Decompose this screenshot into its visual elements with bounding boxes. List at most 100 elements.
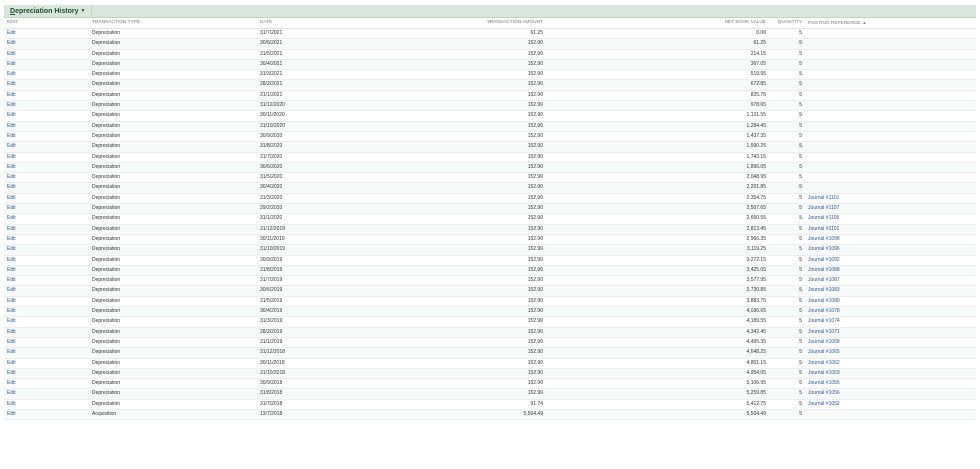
table-row: Edit Depreciation 31/8/2019 152.90 3,425.05 5… bbox=[4, 265, 976, 277]
edit-link[interactable]: Edit bbox=[7, 235, 16, 244]
date-cell: 30/11/2019 bbox=[260, 235, 285, 242]
edit-link[interactable]: Edit bbox=[7, 410, 16, 419]
net-book-value-cell: 2,813.45 bbox=[746, 225, 766, 232]
transaction-type-cell: Depreciation bbox=[92, 50, 121, 57]
transaction-amount-cell: 152.90 bbox=[527, 380, 543, 387]
edit-link[interactable]: Edit bbox=[7, 70, 16, 79]
edit-link[interactable]: Edit bbox=[7, 132, 16, 141]
edit-link[interactable]: Edit bbox=[7, 389, 16, 398]
posting-reference-link[interactable]: Journal #1098 bbox=[808, 235, 840, 244]
posting-reference-link[interactable]: Journal #1071 bbox=[808, 328, 840, 337]
quantity-cell: 5 bbox=[799, 308, 802, 315]
posting-reference-link[interactable]: Journal #1107 bbox=[808, 204, 839, 213]
header-date[interactable]: DATE bbox=[260, 18, 272, 28]
edit-link[interactable]: Edit bbox=[7, 328, 16, 337]
edit-link[interactable]: Edit bbox=[7, 266, 16, 275]
table-row: Edit Depreciation 31/3/2020 152.90 2,354.75 5… bbox=[4, 194, 976, 205]
posting-reference-link[interactable]: Journal #1080 bbox=[808, 297, 840, 306]
header-posting-reference[interactable]: POSTING REFERENCE ▲ bbox=[808, 18, 866, 29]
posting-reference-link[interactable]: Journal #1083 bbox=[808, 286, 840, 295]
edit-link[interactable]: Edit bbox=[7, 379, 16, 388]
transaction-amount-cell: 152.90 bbox=[527, 297, 543, 304]
edit-link[interactable]: Edit bbox=[7, 348, 16, 357]
header-quantity[interactable]: QUANTITY bbox=[778, 18, 802, 28]
edit-link[interactable]: Edit bbox=[7, 142, 16, 151]
edit-link[interactable]: Edit bbox=[7, 39, 16, 48]
edit-link[interactable]: Edit bbox=[7, 153, 16, 162]
edit-link[interactable]: Edit bbox=[7, 297, 16, 306]
date-cell: 30/4/2021 bbox=[260, 60, 283, 67]
transaction-amount-cell: 152.90 bbox=[527, 215, 543, 222]
edit-link[interactable]: Edit bbox=[7, 173, 16, 182]
posting-reference-link[interactable]: Journal #1068 bbox=[808, 338, 840, 347]
posting-reference-link[interactable]: Journal #1105 bbox=[808, 214, 839, 223]
header-net-book-value[interactable]: NET BOOK VALUE bbox=[725, 18, 766, 28]
table-row: Edit Depreciation 31/7/2020 152.90 1,743.15 5 bbox=[4, 153, 976, 163]
edit-link[interactable]: Edit bbox=[7, 369, 16, 378]
date-cell: 30/11/2020 bbox=[260, 112, 285, 119]
transaction-type-cell: Depreciation bbox=[92, 380, 121, 387]
posting-reference-link[interactable]: Journal #1059 bbox=[808, 369, 840, 378]
edit-link[interactable]: Edit bbox=[7, 183, 16, 192]
edit-link[interactable]: Edit bbox=[7, 245, 16, 254]
date-cell: 31/5/2020 bbox=[260, 174, 283, 181]
table-body: Edit Depreciation 31/7/2021 61.25 0.00 5 Edit D… bbox=[4, 29, 976, 421]
edit-link[interactable]: Edit bbox=[7, 225, 16, 234]
quantity-cell: 5 bbox=[799, 112, 802, 119]
posting-reference-link[interactable]: Journal #1110 bbox=[808, 194, 839, 203]
tab-depreciation-history[interactable]: Depreciation History ▼ bbox=[4, 5, 93, 17]
quantity-cell: 5 bbox=[799, 143, 802, 150]
header-transaction-amount[interactable]: TRANSACTION AMOUNT bbox=[487, 18, 543, 28]
edit-link[interactable]: Edit bbox=[7, 400, 16, 409]
edit-link[interactable]: Edit bbox=[7, 256, 16, 265]
posting-reference-link[interactable]: Journal #1074 bbox=[808, 317, 840, 326]
edit-link[interactable]: Edit bbox=[7, 60, 16, 69]
edit-link[interactable]: Edit bbox=[7, 163, 16, 172]
posting-reference-link[interactable]: Journal #1101 bbox=[808, 225, 839, 234]
edit-link[interactable]: Edit bbox=[7, 101, 16, 110]
net-book-value-cell: 5,259.85 bbox=[746, 390, 766, 397]
quantity-cell: 5 bbox=[799, 225, 802, 232]
date-cell: 29/2/2020 bbox=[260, 205, 283, 212]
quantity-cell: 5 bbox=[799, 60, 802, 67]
quantity-cell: 5 bbox=[799, 349, 802, 356]
chevron-down-icon[interactable]: ▼ bbox=[80, 5, 85, 17]
edit-link[interactable]: Edit bbox=[7, 286, 16, 295]
header-transaction-type[interactable]: TRANSACTION TYPE bbox=[92, 18, 140, 28]
posting-reference-link[interactable]: Journal #1078 bbox=[808, 307, 840, 316]
edit-link[interactable]: Edit bbox=[7, 29, 16, 38]
posting-reference-link[interactable]: Journal #1065 bbox=[808, 348, 840, 357]
edit-link[interactable]: Edit bbox=[7, 204, 16, 213]
transaction-amount-cell: 152.90 bbox=[527, 308, 543, 315]
edit-link[interactable]: Edit bbox=[7, 317, 16, 326]
quantity-cell: 5 bbox=[799, 235, 802, 242]
transaction-amount-cell: 152.90 bbox=[527, 132, 543, 139]
posting-reference-link[interactable]: Journal #1052 bbox=[808, 400, 840, 409]
edit-link[interactable]: Edit bbox=[7, 338, 16, 347]
transaction-type-cell: Depreciation bbox=[92, 91, 121, 98]
edit-link[interactable]: Edit bbox=[7, 91, 16, 100]
posting-reference-link[interactable]: Journal #1087 bbox=[808, 276, 840, 285]
edit-link[interactable]: Edit bbox=[7, 111, 16, 120]
edit-link[interactable]: Edit bbox=[7, 276, 16, 285]
posting-reference-link[interactable]: Journal #1092 bbox=[808, 256, 840, 265]
edit-link[interactable]: Edit bbox=[7, 50, 16, 59]
edit-link[interactable]: Edit bbox=[7, 122, 16, 131]
table-row: Edit Depreciation 31/10/2019 152.90 3,119.25… bbox=[4, 245, 976, 256]
transaction-type-cell: Depreciation bbox=[92, 359, 121, 366]
date-cell: 28/2/2021 bbox=[260, 81, 283, 88]
edit-link[interactable]: Edit bbox=[7, 359, 16, 368]
posting-reference-link[interactable]: Journal #1088 bbox=[808, 266, 840, 275]
transaction-type-cell: Depreciation bbox=[92, 30, 121, 36]
edit-link[interactable]: Edit bbox=[7, 194, 16, 203]
edit-link[interactable]: Edit bbox=[7, 307, 16, 316]
edit-link[interactable]: Edit bbox=[7, 214, 16, 223]
table-row: Edit Depreciation 30/9/2019 152.90 3,272.15 5… bbox=[4, 256, 976, 266]
edit-link[interactable]: Edit bbox=[7, 80, 16, 89]
posting-reference-link[interactable]: Journal #1062 bbox=[808, 359, 840, 368]
quantity-cell: 5 bbox=[799, 380, 802, 387]
posting-reference-link[interactable]: Journal #1096 bbox=[808, 245, 840, 254]
table-row: Edit Depreciation 31/12/2019 152.90 2,813.45… bbox=[4, 224, 976, 235]
posting-reference-link[interactable]: Journal #1056 bbox=[808, 389, 840, 398]
posting-reference-link[interactable]: Journal #1055 bbox=[808, 379, 840, 388]
